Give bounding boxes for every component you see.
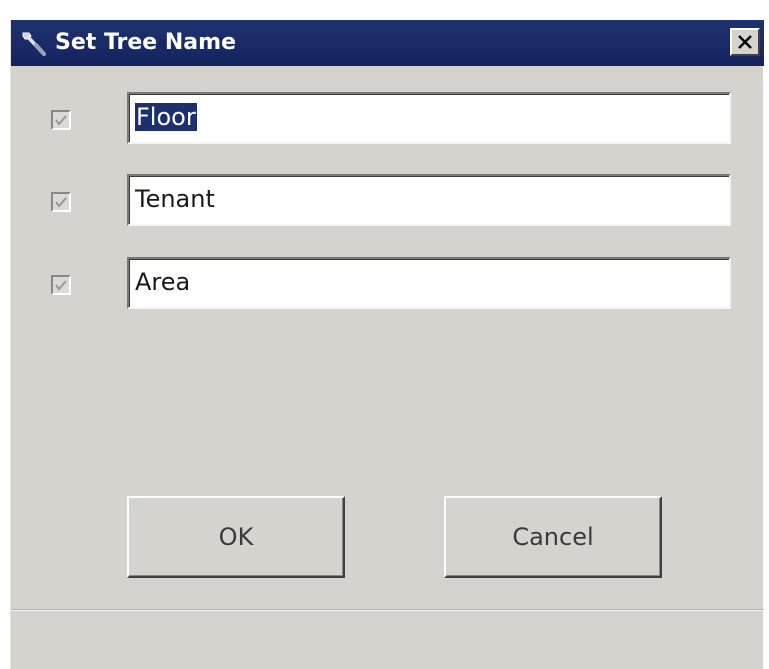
area-checkbox[interactable] xyxy=(51,275,71,295)
floor-name-field[interactable]: Floor xyxy=(127,92,731,144)
checkmark-icon xyxy=(55,280,67,291)
tenant-name-field[interactable]: Tenant xyxy=(127,174,731,226)
tenant-name-text: Tenant xyxy=(135,185,215,213)
wrench-icon xyxy=(17,27,49,59)
cancel-button[interactable]: Cancel xyxy=(444,496,662,578)
ok-button[interactable]: OK xyxy=(127,496,345,578)
close-icon xyxy=(738,35,752,49)
title-bar[interactable]: Set Tree Name xyxy=(11,20,764,66)
dialog-title: Set Tree Name xyxy=(55,30,236,55)
set-tree-name-dialog: Set Tree Name Floor Tenant Area OK Cance… xyxy=(10,20,764,669)
tenant-checkbox[interactable] xyxy=(51,192,71,212)
floor-name-text: Floor xyxy=(135,103,197,131)
area-name-field[interactable]: Area xyxy=(127,257,731,309)
floor-checkbox[interactable] xyxy=(51,110,71,130)
checkmark-icon xyxy=(55,197,67,208)
checkmark-icon xyxy=(55,115,67,126)
close-button[interactable] xyxy=(730,28,760,56)
status-bar-separator xyxy=(11,609,764,611)
area-name-text: Area xyxy=(135,268,191,296)
